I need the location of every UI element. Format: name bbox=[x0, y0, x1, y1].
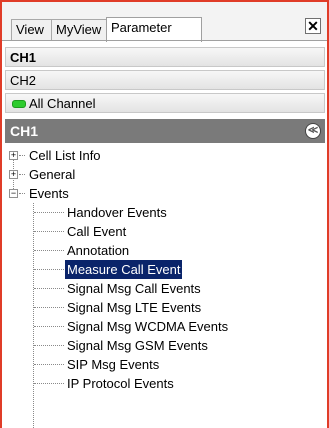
tree-connector bbox=[34, 212, 64, 213]
channel-header: CH1 ≪ bbox=[5, 119, 325, 143]
tree-item-label: Call Event bbox=[67, 224, 127, 239]
tree-item-label: Annotation bbox=[67, 243, 130, 258]
tree-connector bbox=[34, 307, 64, 308]
tree-item-event-child[interactable]: Measure Call Event bbox=[0, 260, 320, 279]
expand-plus-icon[interactable]: + bbox=[9, 151, 18, 160]
tree-item-label: SIP Msg Events bbox=[67, 357, 160, 372]
collapse-icon[interactable]: ≪ bbox=[305, 123, 321, 139]
tab-divider bbox=[2, 40, 327, 41]
tree-item-event-child[interactable]: SIP Msg Events bbox=[0, 355, 320, 374]
tree-item-event-child[interactable]: Handover Events bbox=[0, 203, 320, 222]
parameter-tree: + Cell List Info + General − Events Hand… bbox=[0, 143, 327, 428]
channel-all[interactable]: All Channel bbox=[5, 93, 325, 113]
tab-view[interactable]: View bbox=[11, 19, 51, 41]
tree-item-label: Signal Msg WCDMA Events bbox=[67, 319, 229, 334]
tree-connector bbox=[34, 288, 64, 289]
tree-item-event-child[interactable]: IP Protocol Events bbox=[0, 374, 320, 393]
tree-item-label: Events bbox=[29, 186, 69, 201]
tree-item-label: Cell List Info bbox=[29, 148, 101, 163]
channel-ch1[interactable]: CH1 bbox=[5, 47, 325, 67]
channel-all-label: All Channel bbox=[29, 96, 96, 111]
tree-connector bbox=[34, 345, 64, 346]
expand-plus-icon[interactable]: + bbox=[9, 170, 18, 179]
tree-item-event-child[interactable]: Signal Msg WCDMA Events bbox=[0, 317, 320, 336]
tree-item-event-child[interactable]: Annotation bbox=[0, 241, 320, 260]
tree-item-label-selected: Measure Call Event bbox=[65, 260, 183, 279]
tree-item-events[interactable]: − Events bbox=[0, 184, 200, 203]
tree-item-event-child[interactable]: Call Event bbox=[0, 222, 320, 241]
tree-item-label: Signal Msg LTE Events bbox=[67, 300, 202, 315]
tree-item-label: IP Protocol Events bbox=[67, 376, 174, 391]
tree-connector bbox=[34, 269, 64, 270]
tab-parameter[interactable]: Parameter bbox=[106, 17, 202, 42]
tree-item-event-child[interactable]: Signal Msg LTE Events bbox=[0, 298, 320, 317]
tree-connector bbox=[19, 155, 25, 156]
channel-ch2[interactable]: CH2 bbox=[5, 70, 325, 90]
tree-item-cell-list-info[interactable]: + Cell List Info bbox=[0, 146, 200, 165]
tree-connector bbox=[34, 250, 64, 251]
tree-item-event-child[interactable]: Signal Msg Call Events bbox=[0, 279, 320, 298]
tree-item-general[interactable]: + General bbox=[0, 165, 200, 184]
collapse-minus-icon[interactable]: − bbox=[9, 189, 18, 198]
tab-strip: View MyView Parameter ✕ bbox=[2, 2, 327, 42]
tree-item-label: General bbox=[29, 167, 76, 182]
tree-item-label: Signal Msg GSM Events bbox=[67, 338, 208, 353]
close-icon[interactable]: ✕ bbox=[305, 18, 321, 34]
channel-header-title: CH1 bbox=[10, 123, 39, 139]
tree-connector bbox=[34, 383, 64, 384]
channel-ch2-label: CH2 bbox=[10, 73, 37, 88]
tree-item-label: Handover Events bbox=[67, 205, 167, 220]
tree-connector bbox=[34, 326, 64, 327]
tree-connector bbox=[34, 364, 64, 365]
channel-ch1-label: CH1 bbox=[10, 50, 37, 65]
tree-connector bbox=[34, 231, 64, 232]
status-led-icon bbox=[12, 100, 26, 108]
tree-item-event-child[interactable]: Signal Msg GSM Events bbox=[0, 336, 320, 355]
tab-myview[interactable]: MyView bbox=[51, 19, 107, 41]
tree-connector bbox=[19, 193, 25, 194]
tree-item-label: Signal Msg Call Events bbox=[67, 281, 201, 296]
tree-connector bbox=[19, 174, 25, 175]
